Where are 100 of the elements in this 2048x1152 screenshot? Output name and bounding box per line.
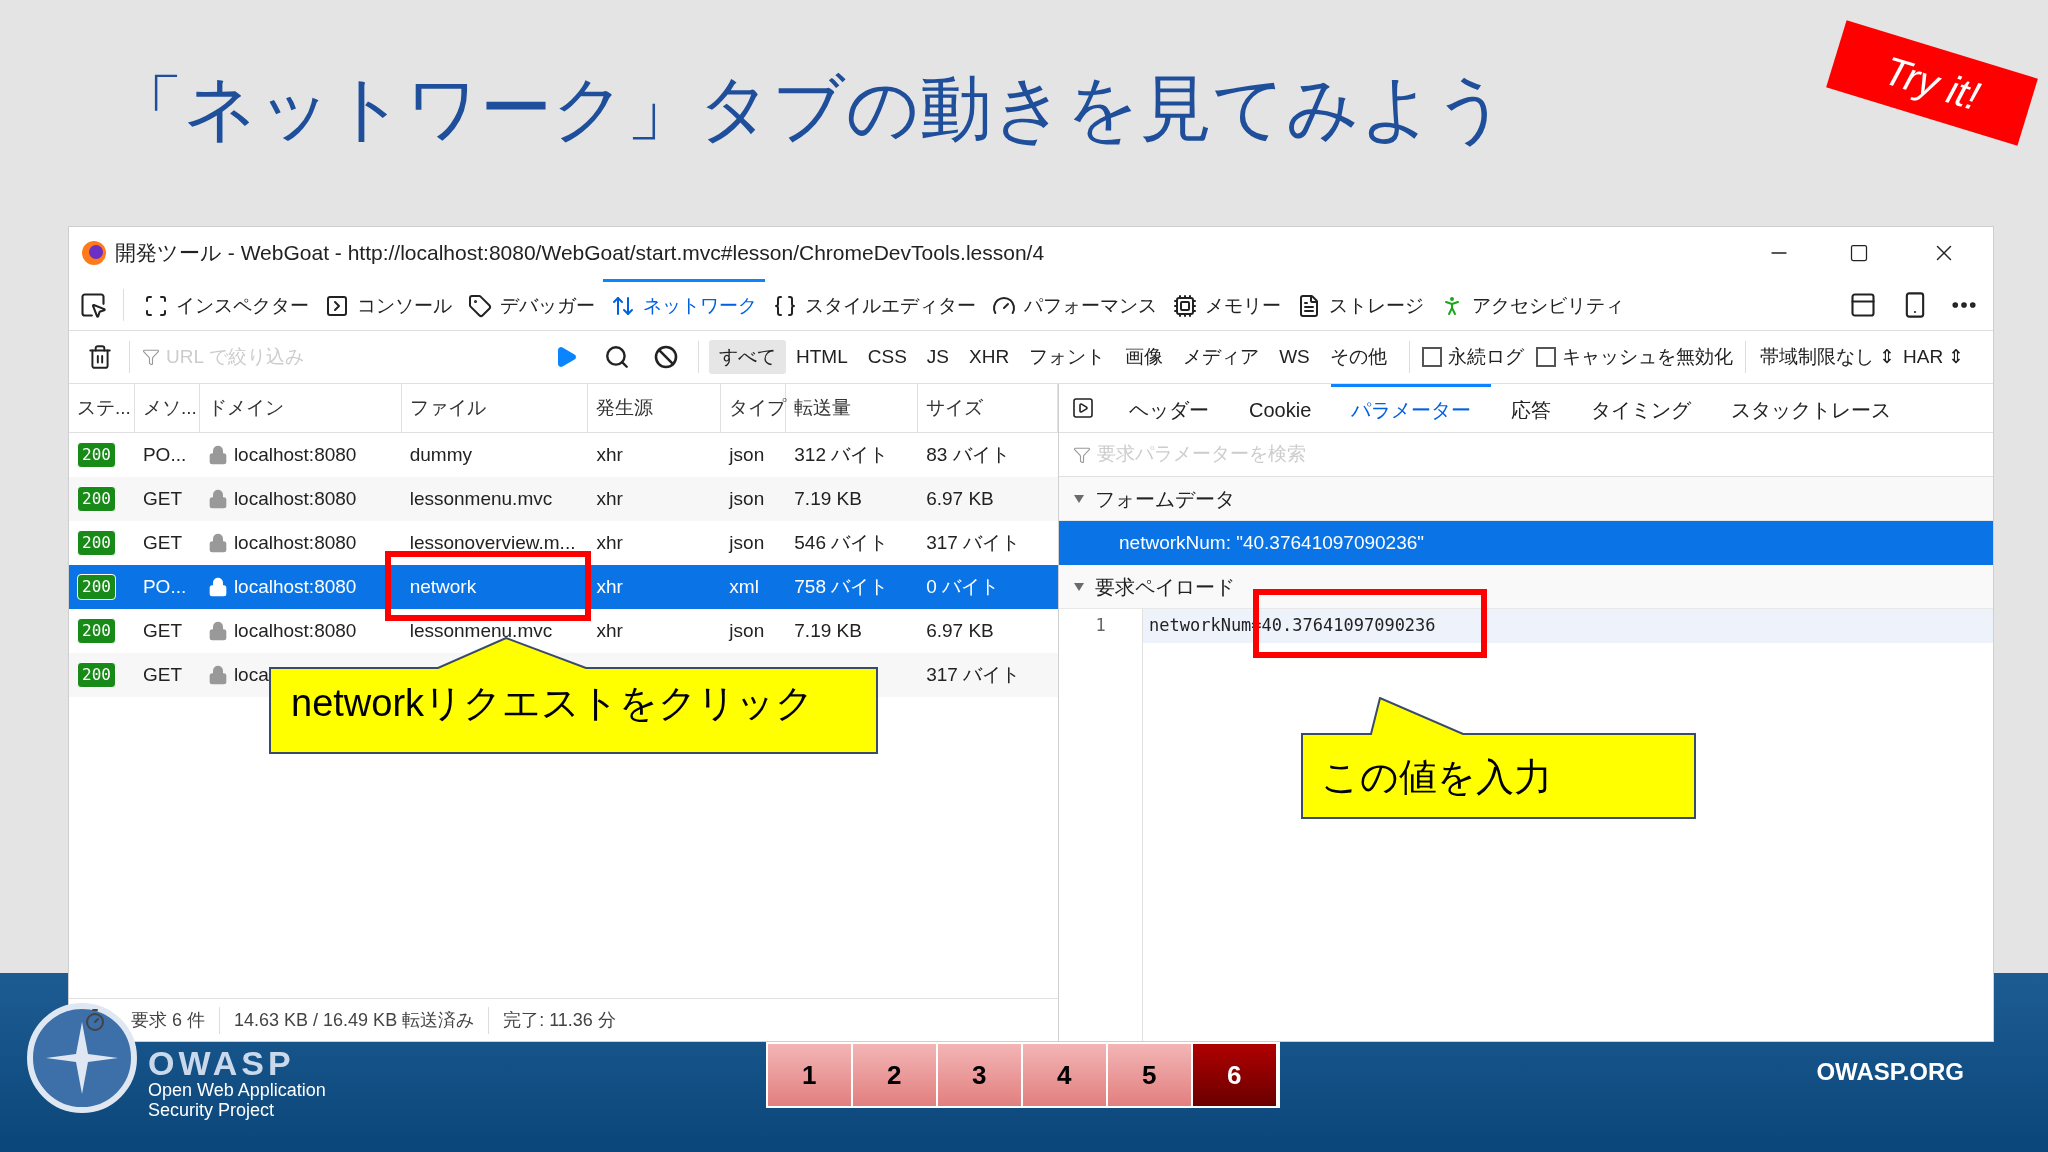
table-cell-text: xhr bbox=[596, 530, 623, 555]
page-number-button[interactable]: 2 bbox=[852, 1044, 938, 1106]
checkbox[interactable] bbox=[1535, 347, 1556, 367]
section-header[interactable]: フォームデータ bbox=[1059, 477, 1993, 521]
tool-icon bbox=[611, 294, 635, 318]
page-number-button[interactable]: 4 bbox=[1022, 1044, 1108, 1106]
detail-tab[interactable]: 応答 bbox=[1491, 383, 1572, 433]
column-header[interactable]: メソ... bbox=[134, 384, 200, 432]
devtools-tab[interactable]: スタイルエディター bbox=[765, 278, 984, 331]
page-number-button[interactable]: 1 bbox=[767, 1044, 853, 1106]
column-header[interactable]: サイズ bbox=[918, 384, 1058, 432]
type-filter-button[interactable]: HTML bbox=[786, 340, 858, 374]
lock-icon bbox=[207, 665, 228, 685]
status-code: 200 bbox=[77, 486, 116, 512]
lock-icon bbox=[207, 577, 228, 597]
element-picker-icon[interactable] bbox=[79, 290, 107, 319]
table-cell-text: 7.19 KB bbox=[794, 486, 862, 511]
section-header[interactable]: 要求ペイロード bbox=[1059, 565, 1993, 609]
devtools-tab[interactable]: ネットワーク bbox=[603, 278, 765, 331]
lock-icon bbox=[207, 445, 228, 465]
panel-toggle-icon[interactable] bbox=[1071, 396, 1095, 420]
type-filter-button[interactable]: JS bbox=[916, 340, 959, 374]
type-filter-button[interactable]: XHR bbox=[959, 340, 1020, 374]
checkbox-label: キャッシュを無効化 bbox=[1561, 344, 1733, 369]
callout-text: networkリクエストをクリック bbox=[291, 684, 815, 722]
try-it-badge: Try it! bbox=[1826, 20, 2038, 146]
table-cell-text: localhost:8080 bbox=[233, 574, 357, 599]
table-cell-text: 0 バイト bbox=[926, 574, 999, 599]
detail-tab[interactable]: スタックトレース bbox=[1711, 383, 1912, 433]
column-header[interactable]: ドメイン bbox=[199, 384, 402, 432]
table-cell-text: GET bbox=[142, 662, 182, 687]
page-number-button[interactable]: 3 bbox=[937, 1044, 1023, 1106]
table-cell-text: json bbox=[729, 618, 765, 643]
tool-icon bbox=[325, 294, 349, 318]
table-cell-text: xhr bbox=[596, 442, 623, 467]
table-cell-text: 758 バイト bbox=[794, 574, 889, 599]
devtools-tab[interactable]: インスペクター bbox=[136, 278, 317, 331]
detail-tab[interactable]: Cookie bbox=[1229, 383, 1332, 433]
type-filter-button[interactable]: フォント bbox=[1019, 340, 1116, 374]
table-cell-text: PO... bbox=[142, 574, 187, 599]
devtools-tab[interactable]: パフォーマンス bbox=[984, 278, 1165, 331]
tool-icon bbox=[144, 294, 168, 318]
table-cell-text: xhr bbox=[596, 618, 623, 643]
column-header[interactable]: 発生源 bbox=[588, 384, 722, 432]
page-number-button[interactable]: 5 bbox=[1107, 1044, 1193, 1106]
devtools-tab[interactable]: ストレージ bbox=[1289, 278, 1432, 331]
detail-tab[interactable]: ヘッダー bbox=[1109, 383, 1229, 433]
checkbox[interactable] bbox=[1421, 347, 1442, 367]
table-cell-text: localhost:8080 bbox=[233, 618, 357, 643]
trash-icon[interactable] bbox=[87, 344, 113, 370]
table-cell-text: localhost:8080 bbox=[233, 442, 357, 467]
tool-icon bbox=[1173, 294, 1197, 318]
type-filter-button[interactable]: WS bbox=[1269, 340, 1320, 374]
maximize-icon[interactable] bbox=[1849, 243, 1869, 263]
table-cell-text: localhost:8080 bbox=[233, 486, 357, 511]
table-cell-text: xhr bbox=[596, 574, 623, 599]
line-number: 1 bbox=[1094, 614, 1107, 638]
devtools-tab[interactable]: メモリー bbox=[1165, 278, 1289, 331]
status-text: 完了: 11.36 分 bbox=[502, 1008, 617, 1032]
expanded-caret-icon[interactable] bbox=[1073, 581, 1085, 592]
expanded-caret-icon[interactable] bbox=[1073, 493, 1085, 504]
table-cell-text: 317 バイト bbox=[926, 530, 1021, 555]
request-row[interactable]: 200 PO... localhost:8080 network xhr xml 758 バイト 0 バイト bbox=[69, 565, 1058, 609]
type-filter-button[interactable]: すべて bbox=[709, 340, 786, 374]
status-code: 200 bbox=[77, 574, 116, 600]
param-row[interactable]: networkNum: "40.37641097090236" bbox=[1059, 521, 1993, 565]
tool-icon bbox=[773, 294, 797, 318]
detail-tab[interactable]: タイミング bbox=[1571, 383, 1712, 433]
table-cell-text: GET bbox=[142, 486, 182, 511]
request-row[interactable]: 200 GET localhost:8080 lessonmenu.mvc xhr json 7.19 KB 6.97 KB bbox=[69, 477, 1058, 521]
dock-layout-icon[interactable] bbox=[1849, 290, 1877, 319]
table-cell-text: 7.19 KB bbox=[794, 618, 862, 643]
page-number-button[interactable]: 6 bbox=[1192, 1044, 1278, 1106]
column-header[interactable]: ファイル bbox=[401, 384, 589, 432]
table-cell-text: network bbox=[409, 574, 477, 599]
table-cell-text: json bbox=[729, 486, 765, 511]
status-code: 200 bbox=[77, 530, 116, 556]
column-header[interactable]: ステ... bbox=[69, 384, 135, 432]
table-cell-text: GET bbox=[142, 530, 182, 555]
status-code: 200 bbox=[77, 618, 116, 644]
table-cell-text: lessonmenu.mvc bbox=[409, 618, 553, 643]
window-title: 開発ツール - WebGoat - http://localhost:8080/WebGoat/start.mvc#lesson/ChromeDevTools.lesson/4 bbox=[115, 240, 1045, 267]
logo-tagline: Security Project bbox=[148, 1100, 276, 1120]
column-header[interactable]: 転送量 bbox=[786, 384, 919, 432]
type-filter-button[interactable]: その他 bbox=[1319, 340, 1397, 374]
filter-icon bbox=[142, 348, 160, 366]
type-filter-button[interactable]: メディア bbox=[1173, 340, 1270, 374]
block-icon[interactable] bbox=[654, 345, 678, 369]
devtools-tab[interactable]: アクセシビリティ bbox=[1432, 278, 1632, 331]
devtools-tab[interactable]: デバッガー bbox=[460, 278, 603, 331]
devtools-tab[interactable]: コンソール bbox=[317, 278, 460, 331]
column-header[interactable]: タイプ bbox=[721, 384, 787, 432]
table-cell-text: xml bbox=[729, 574, 759, 599]
status-code: 200 bbox=[77, 662, 116, 688]
har-dropdown[interactable]: HAR ⇕ bbox=[1903, 342, 1965, 372]
throttle-dropdown[interactable]: 帯域制限なし ⇕ bbox=[1759, 342, 1895, 372]
type-filter-button[interactable]: CSS bbox=[857, 340, 917, 374]
detail-tab[interactable]: パラメーター bbox=[1331, 383, 1492, 433]
search-icon[interactable] bbox=[604, 344, 630, 370]
type-filter-button[interactable]: 画像 bbox=[1115, 340, 1174, 374]
